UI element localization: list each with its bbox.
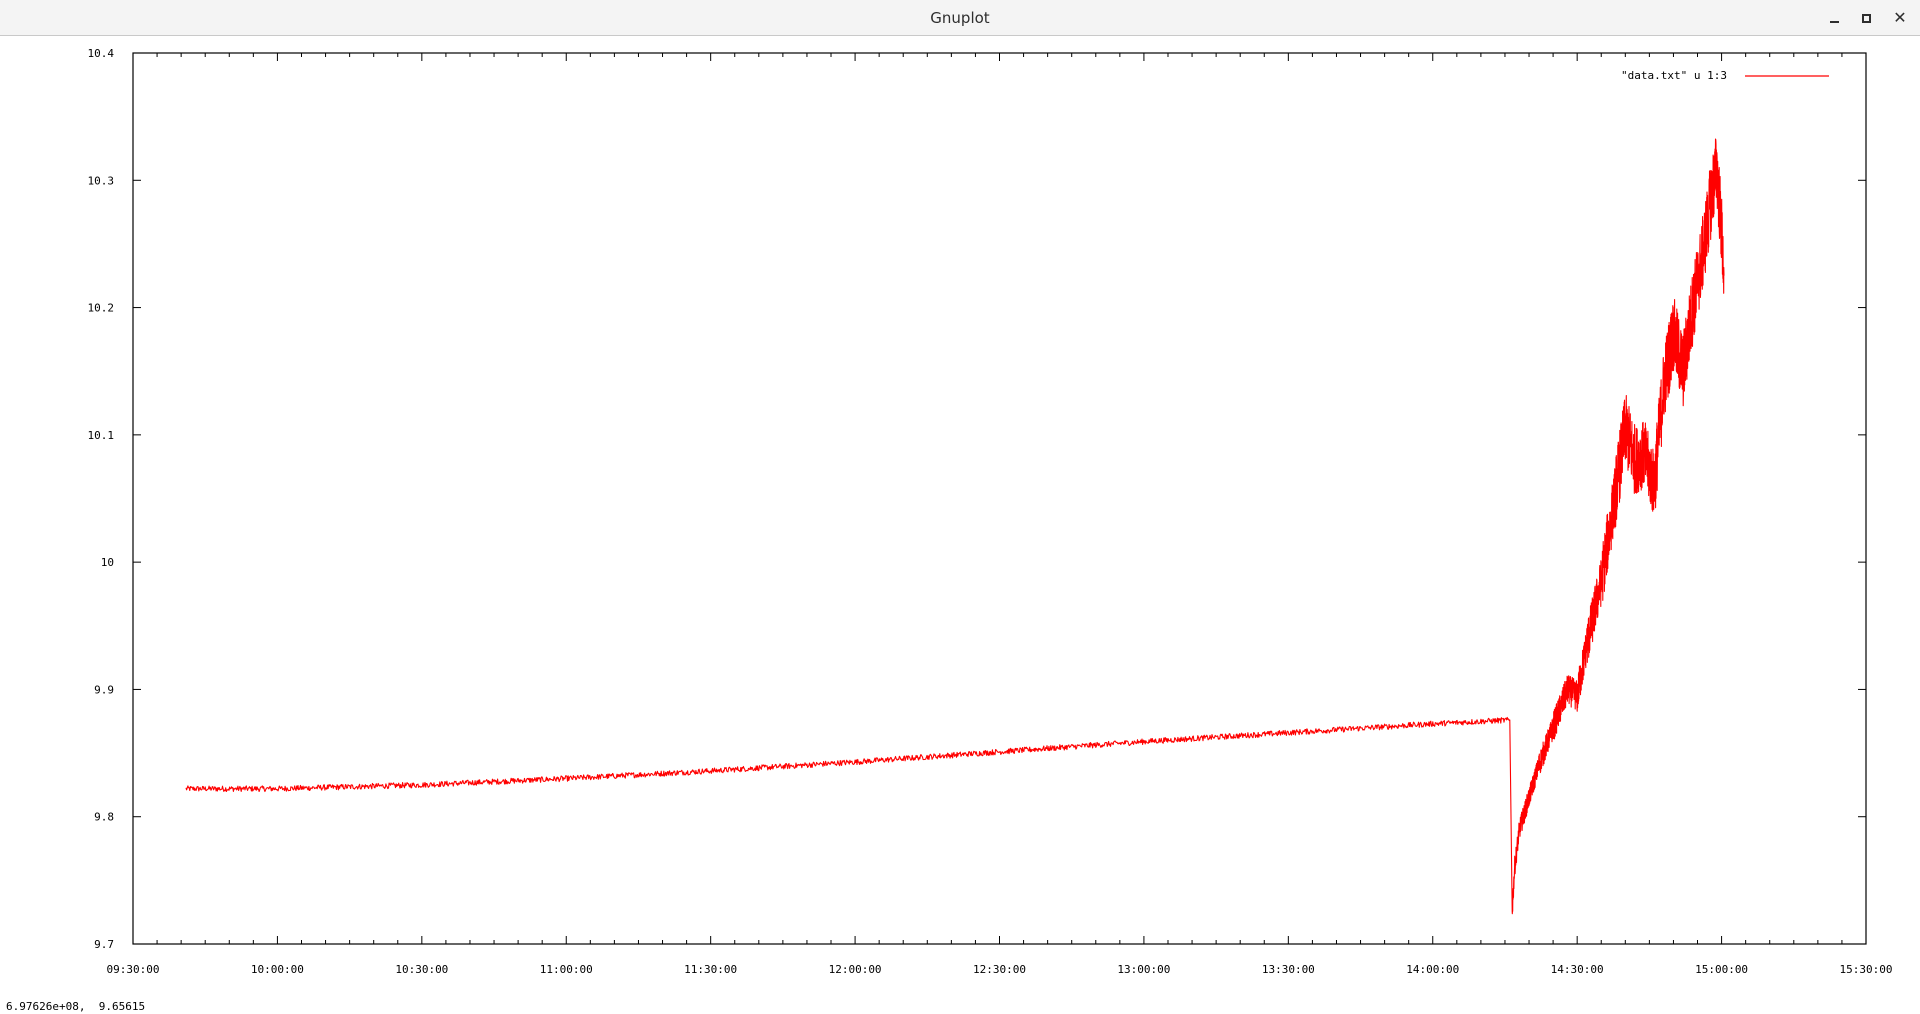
- close-icon: ✕: [1893, 8, 1907, 27]
- x-tick-label: 14:00:00: [1406, 963, 1459, 976]
- x-tick-label: 11:30:00: [684, 963, 737, 976]
- axis-ticks: 09:30:00 10:00:00 10:30:00 11:00:00 11:30:00…: [88, 47, 1893, 976]
- x-tick-label: 10:00:00: [251, 963, 304, 976]
- x-tick-label: 11:00:00: [540, 963, 593, 976]
- x-tick-label: 15:30:00: [1840, 963, 1893, 976]
- x-tick-label: 10:30:00: [395, 963, 448, 976]
- x-tick-label: 12:30:00: [973, 963, 1026, 976]
- x-tick-label: 13:30:00: [1262, 963, 1315, 976]
- x-tick-label: 14:30:00: [1551, 963, 1604, 976]
- y-tick-label: 10.2: [88, 302, 115, 315]
- maximize-icon: [1861, 13, 1871, 23]
- x-tick-label: 09:30:00: [107, 963, 160, 976]
- maximize-button[interactable]: [1852, 4, 1880, 32]
- y-tick-label: 10.3: [88, 174, 115, 187]
- minimize-button[interactable]: [1820, 4, 1848, 32]
- x-tick-label: 15:00:00: [1695, 963, 1748, 976]
- x-tick-label: 13:00:00: [1117, 963, 1170, 976]
- mouse-coordinate-readout: 6.97626e+08, 9.65615: [6, 1000, 146, 1013]
- legend: "data.txt" u 1:3: [1621, 69, 1829, 82]
- close-button[interactable]: ✕: [1886, 4, 1914, 32]
- y-tick-label: 9.9: [94, 683, 114, 696]
- y-tick-label: 10.1: [88, 429, 115, 442]
- series-layer: [185, 138, 1725, 915]
- y-tick-label: 9.7: [94, 938, 114, 951]
- plot-canvas[interactable]: 09:30:00 10:00:00 10:30:00 11:00:00 11:30:00…: [0, 36, 1920, 998]
- y-tick-label: 10: [101, 556, 114, 569]
- legend-label: "data.txt" u 1:3: [1621, 69, 1727, 82]
- y-tick-label: 10.4: [88, 47, 115, 60]
- plot-axes: [132, 52, 1867, 945]
- series-line: [185, 138, 1725, 915]
- minimize-icon: [1829, 21, 1839, 23]
- x-tick-label: 12:00:00: [829, 963, 882, 976]
- y-tick-label: 9.8: [94, 811, 114, 824]
- plot-border: [132, 52, 1867, 945]
- window-title: Gnuplot: [930, 9, 990, 27]
